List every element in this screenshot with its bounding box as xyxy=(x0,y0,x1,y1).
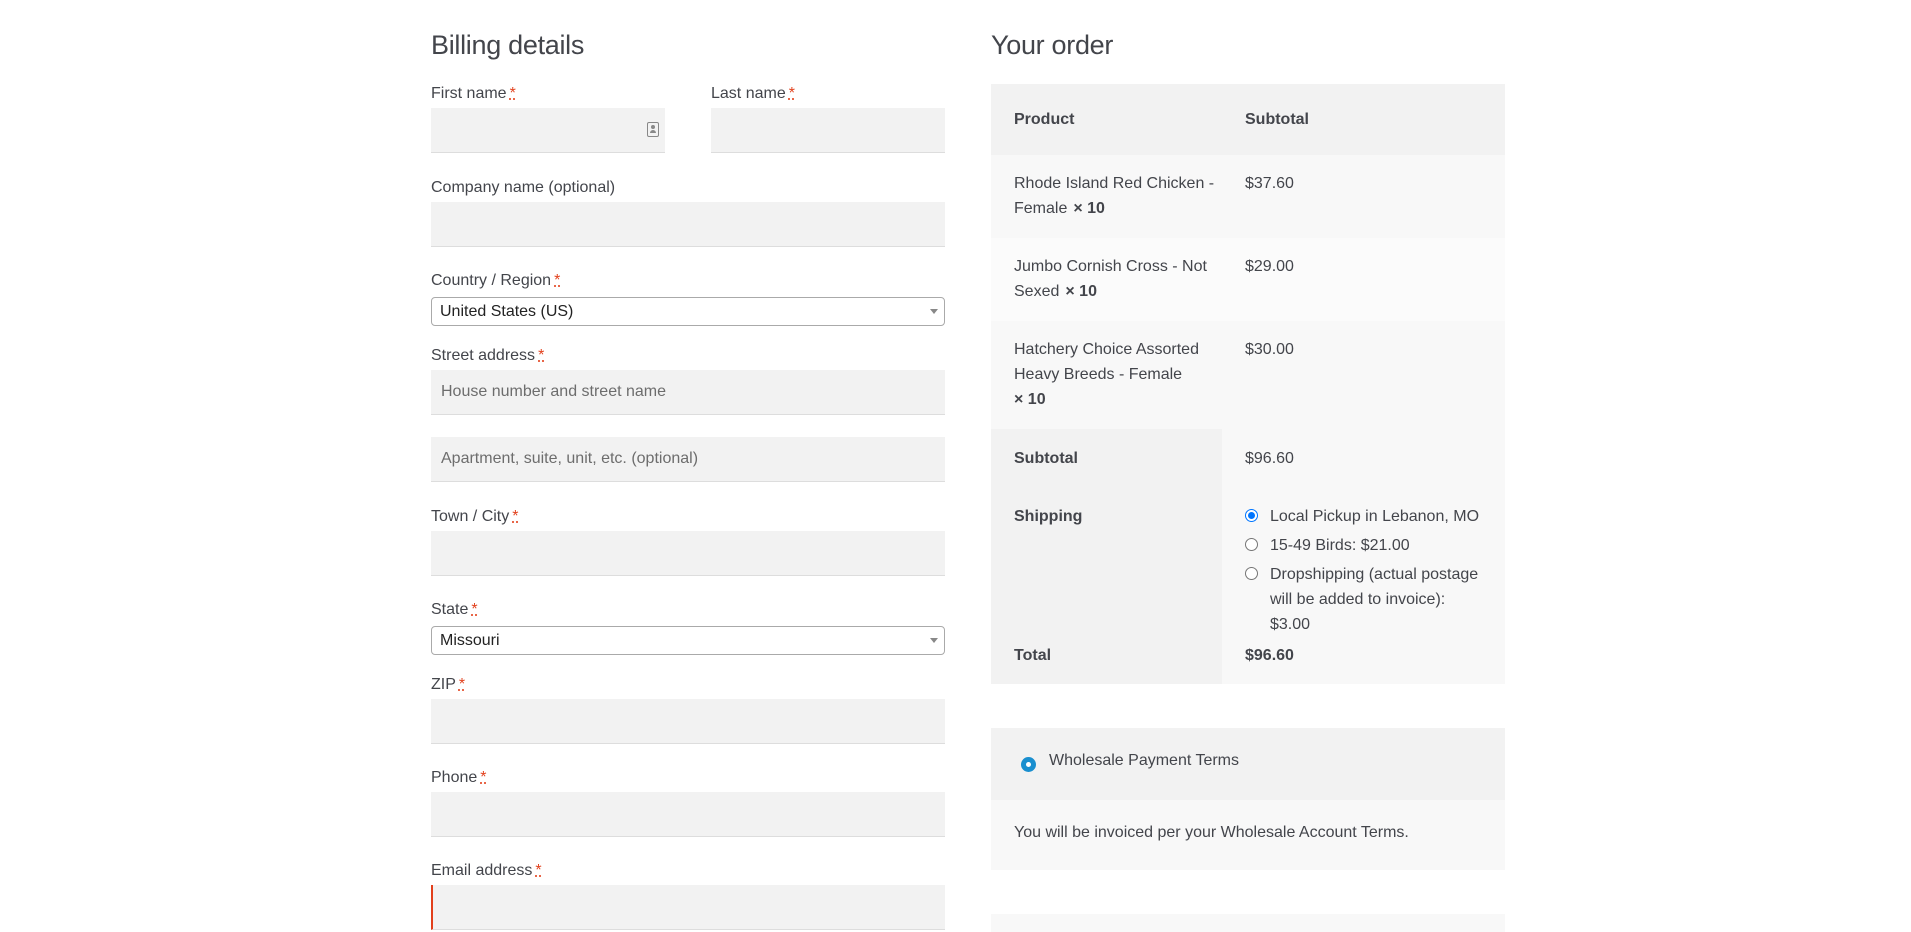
last-name-label-text: Last name xyxy=(711,85,786,102)
chevron-down-icon xyxy=(930,638,938,643)
product-quantity: × 10 xyxy=(1065,283,1097,300)
totals-block: Subtotal $96.60 Shipping Local Pickup in… xyxy=(991,429,1505,684)
shipping-option-label: 15-49 Birds: $21.00 xyxy=(1270,537,1410,554)
city-input[interactable] xyxy=(431,531,945,576)
product-name: Jumbo Cornish Cross - Not Sexed × 10 xyxy=(991,254,1222,304)
state-label-text: State xyxy=(431,601,469,618)
shipping-radio-dropshipping[interactable] xyxy=(1245,567,1258,580)
shipping-radio-15-49-birds[interactable] xyxy=(1245,538,1258,551)
shipping-options: Local Pickup in Lebanon, MO 15-49 Birds:… xyxy=(1222,504,1505,641)
shipping-option-dropshipping[interactable]: Dropshipping (actual postage will be add… xyxy=(1245,562,1485,637)
autofill-contact-icon[interactable] xyxy=(647,122,659,137)
state-label: State * xyxy=(431,601,478,619)
company-input[interactable] xyxy=(431,202,945,247)
street-address-2-input[interactable] xyxy=(431,437,945,482)
payment-method-wholesale[interactable]: Wholesale Payment Terms xyxy=(991,728,1505,800)
zip-label: ZIP * xyxy=(431,676,465,694)
total-value: $96.60 xyxy=(1245,647,1294,664)
product-price: $37.60 xyxy=(1245,175,1294,192)
first-name-input[interactable] xyxy=(431,108,665,153)
product-name-line: Jumbo Cornish Cross - Not xyxy=(1014,258,1207,275)
product-name: Rhode Island Red Chicken - Female × 10 xyxy=(991,171,1222,221)
product-quantity: × 10 xyxy=(1014,391,1046,408)
subtotal-column-header: Subtotal xyxy=(1245,111,1309,128)
company-label: Company name (optional) xyxy=(431,179,616,196)
first-name-label-text: First name xyxy=(431,85,507,102)
required-mark: * xyxy=(538,347,545,364)
last-name-label: Last name * xyxy=(711,85,795,103)
country-label-text: Country / Region xyxy=(431,272,552,289)
product-name-text: Female xyxy=(1014,200,1068,217)
product-quantity: × 10 xyxy=(1073,200,1105,217)
required-mark: * xyxy=(788,85,795,102)
email-input[interactable] xyxy=(431,885,945,930)
subtotal-value: $96.60 xyxy=(1245,450,1294,467)
street-label: Street address * xyxy=(431,347,544,365)
place-order-area xyxy=(991,914,1505,932)
product-price: $30.00 xyxy=(1245,341,1294,358)
payment-method-label[interactable]: Wholesale Payment Terms xyxy=(1049,752,1239,770)
email-label: Email address * xyxy=(431,862,542,880)
phone-input[interactable] xyxy=(431,792,945,837)
payment-radio-wholesale[interactable] xyxy=(1021,757,1036,772)
phone-label: Phone * xyxy=(431,769,487,787)
table-row: Hatchery Choice Assorted Heavy Breeds - … xyxy=(991,321,1505,429)
shipping-option-label: Local Pickup in Lebanon, MO xyxy=(1270,508,1480,525)
table-header-row: Product Subtotal xyxy=(991,84,1505,155)
city-label-text: Town / City xyxy=(431,508,510,525)
product-name-line: Hatchery Choice Assorted xyxy=(1014,341,1199,358)
email-label-text: Email address xyxy=(431,862,533,879)
billing-title: Billing details xyxy=(431,30,585,60)
shipping-radio-local-pickup[interactable] xyxy=(1245,509,1258,522)
required-mark: * xyxy=(512,508,519,525)
product-price: $29.00 xyxy=(1245,258,1294,275)
state-select[interactable]: Missouri xyxy=(431,626,945,655)
zip-label-text: ZIP xyxy=(431,676,456,693)
table-row: Jumbo Cornish Cross - Not Sexed × 10 $29.… xyxy=(991,238,1505,321)
product-name: Hatchery Choice Assorted Heavy Breeds - … xyxy=(991,337,1222,412)
shipping-option-label: Dropshipping (actual postage will be add… xyxy=(1270,566,1479,633)
subtotal-label: Subtotal xyxy=(1014,450,1078,467)
payment-methods: Wholesale Payment Terms You will be invo… xyxy=(991,728,1505,870)
payment-method-description: You will be invoiced per your Wholesale … xyxy=(1014,824,1409,841)
first-name-label: First name * xyxy=(431,85,516,103)
state-selected-value: Missouri xyxy=(440,632,500,649)
total-label: Total xyxy=(1014,647,1052,664)
required-mark: * xyxy=(458,676,466,693)
table-row: Rhode Island Red Chicken - Female × 10 $3… xyxy=(991,155,1505,238)
required-mark: * xyxy=(480,769,487,786)
product-name-text: Sexed xyxy=(1014,283,1060,300)
country-select[interactable]: United States (US) xyxy=(431,297,945,326)
country-label: Country / Region * xyxy=(431,272,560,290)
shipping-label: Shipping xyxy=(1014,508,1083,525)
shipping-option-15-49-birds[interactable]: 15-49 Birds: $21.00 xyxy=(1245,533,1485,558)
street-address-input[interactable] xyxy=(431,370,945,415)
product-name-line: Sexed × 10 xyxy=(1014,279,1222,304)
product-name-line: Female × 10 xyxy=(1014,196,1222,221)
street-label-text: Street address xyxy=(431,347,536,364)
payment-method-description-box: You will be invoiced per your Wholesale … xyxy=(991,800,1505,870)
required-mark: * xyxy=(535,862,542,879)
order-title: Your order xyxy=(991,30,1114,60)
phone-label-text: Phone xyxy=(431,769,478,786)
chevron-down-icon xyxy=(930,309,938,314)
last-name-input[interactable] xyxy=(711,108,945,153)
country-selected-value: United States (US) xyxy=(440,303,574,320)
city-label: Town / City * xyxy=(431,508,518,526)
required-mark: * xyxy=(471,601,478,618)
required-mark: * xyxy=(509,85,516,102)
first-name-wrapper xyxy=(431,108,665,153)
product-column-header: Product xyxy=(1014,111,1075,128)
shipping-option-local-pickup[interactable]: Local Pickup in Lebanon, MO xyxy=(1245,504,1485,529)
product-name-line: Heavy Breeds - Female xyxy=(1014,366,1183,383)
required-mark: * xyxy=(554,272,561,289)
product-name-line: Rhode Island Red Chicken - xyxy=(1014,175,1215,192)
zip-input[interactable] xyxy=(431,699,945,744)
